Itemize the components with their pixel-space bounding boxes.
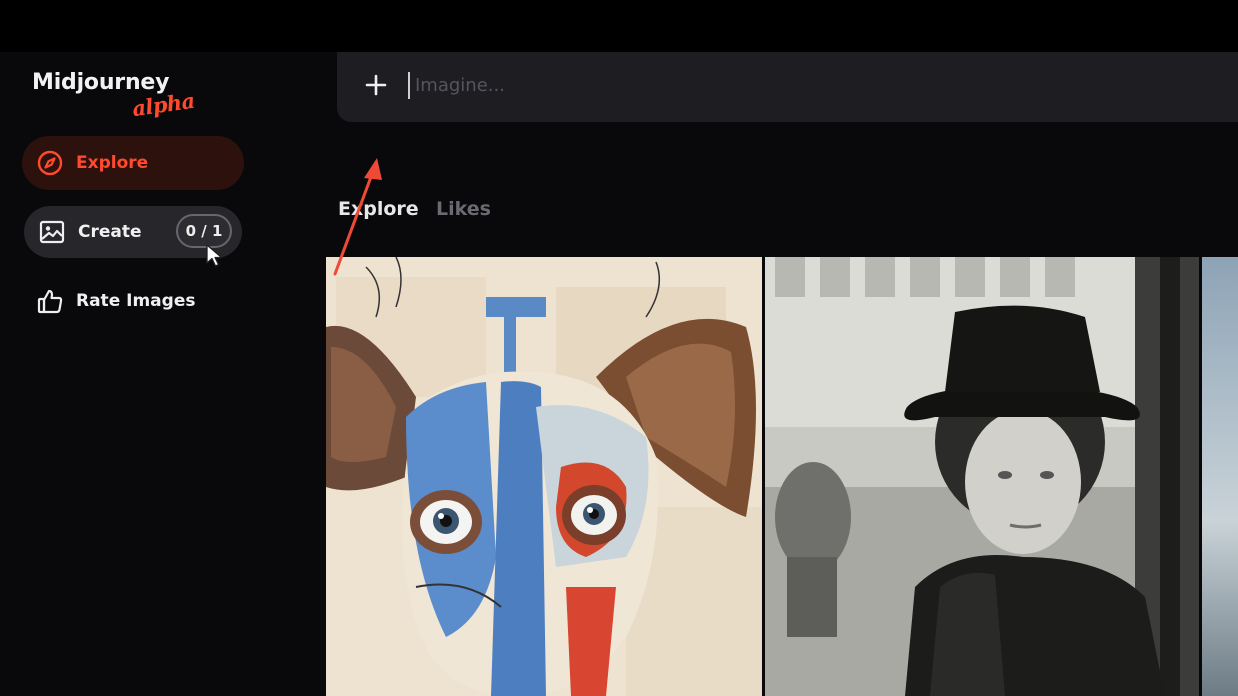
sidebar-item-label: Explore <box>76 153 149 173</box>
gallery-image[interactable] <box>326 257 762 696</box>
image-gallery <box>326 257 1238 696</box>
sidebar-item-rate-images[interactable]: Rate Images <box>22 274 244 328</box>
add-button[interactable] <box>361 70 391 100</box>
image-icon <box>38 218 66 246</box>
app-window: Midjourney alpha Explore Create 0 / 1 Ra… <box>0 52 1238 696</box>
brand-name: Midjourney <box>32 70 170 95</box>
mouse-cursor-icon <box>206 244 223 267</box>
brand-logo[interactable]: Midjourney alpha <box>32 70 196 121</box>
woman-in-hat-photo <box>765 257 1199 696</box>
abstract-dog-painting <box>326 257 762 696</box>
text-caret <box>408 72 410 99</box>
compass-icon <box>36 149 64 177</box>
tab-explore[interactable]: Explore <box>338 198 419 220</box>
thumbs-up-icon <box>36 287 64 315</box>
gallery-image[interactable] <box>765 257 1199 696</box>
plus-icon <box>365 74 387 96</box>
usage-counter-badge: 0 / 1 <box>176 214 232 248</box>
tab-likes[interactable]: Likes <box>436 198 491 220</box>
sidebar-item-explore[interactable]: Explore <box>22 136 244 190</box>
prompt-bar <box>337 52 1238 122</box>
sidebar-item-label: Rate Images <box>76 291 196 311</box>
gallery-image[interactable] <box>1202 257 1238 696</box>
imagine-prompt-input[interactable] <box>415 70 1215 100</box>
sidebar-item-label: Create <box>78 222 142 242</box>
